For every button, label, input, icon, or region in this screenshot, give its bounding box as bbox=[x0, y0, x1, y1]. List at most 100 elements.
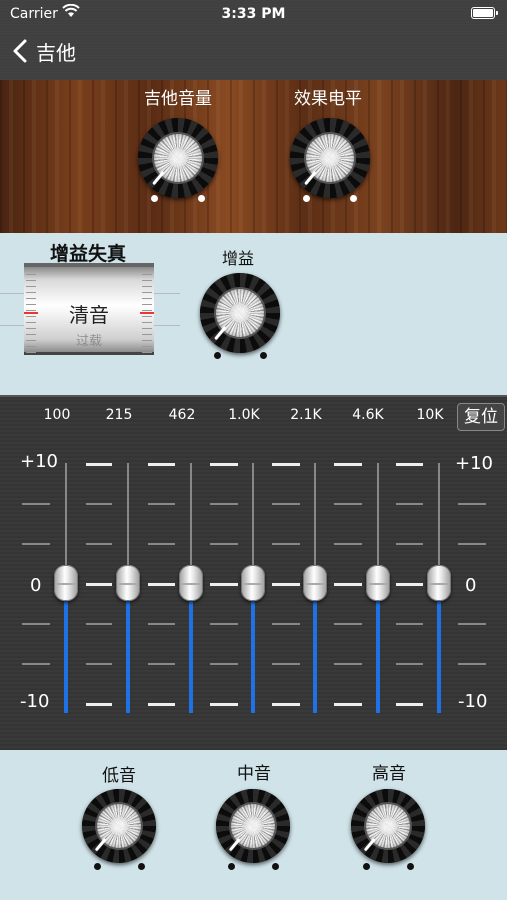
bass-label: 低音 bbox=[102, 766, 136, 786]
eq-slider-handle[interactable] bbox=[427, 565, 451, 601]
treble-knob[interactable] bbox=[351, 789, 425, 863]
eq-tick bbox=[22, 543, 50, 545]
treble-label: 高音 bbox=[372, 764, 406, 784]
picker-next-mode: 过载 bbox=[75, 334, 102, 349]
band-label: 462 bbox=[168, 407, 196, 423]
navigation-bar: Carrier 3:33 PM 吉他 bbox=[0, 0, 507, 80]
eq-tick bbox=[86, 703, 112, 706]
eq-track-level bbox=[251, 583, 255, 713]
mid-label: 中音 bbox=[237, 764, 271, 784]
treble-max-dot bbox=[407, 863, 414, 870]
equalizer-panel: 100 215 462 1.0K 2.1K 4.6K 10K 复位 +10 +1… bbox=[0, 395, 507, 750]
eq-slider-handle[interactable] bbox=[179, 565, 203, 601]
volume-max-dot bbox=[198, 195, 205, 202]
eq-tick bbox=[396, 623, 423, 625]
eq-tick bbox=[22, 663, 50, 665]
eq-tick bbox=[148, 623, 175, 625]
eq-tick bbox=[148, 543, 175, 545]
eq-tick bbox=[334, 623, 362, 625]
eq-tick bbox=[148, 663, 175, 665]
volume-min-dot bbox=[151, 195, 158, 202]
eq-tick bbox=[334, 703, 362, 706]
status-bar: Carrier 3:33 PM bbox=[0, 0, 507, 28]
distortion-title: 增益失真 bbox=[49, 243, 126, 265]
eq-slider-handle[interactable] bbox=[116, 565, 140, 601]
eq-tick bbox=[210, 663, 238, 665]
battery-icon bbox=[471, 7, 498, 19]
eq-tick bbox=[458, 663, 486, 665]
amp-panel: 吉他音量 效果电平 bbox=[0, 80, 507, 233]
eq-tick bbox=[334, 663, 362, 665]
eq-track-level bbox=[313, 583, 317, 713]
eq-slider-handle[interactable] bbox=[303, 565, 327, 601]
eq-tick bbox=[272, 623, 300, 625]
bass-knob[interactable] bbox=[82, 789, 156, 863]
scale-top-left: +10 bbox=[20, 451, 58, 472]
treble-min-dot bbox=[363, 863, 370, 870]
volume-knob[interactable] bbox=[138, 118, 218, 198]
distortion-panel: 增益失真 清音 过载 增益 bbox=[0, 237, 507, 390]
chevron-left-icon bbox=[13, 39, 27, 63]
picker-selected-mode: 清音 bbox=[69, 303, 109, 327]
eq-tick bbox=[272, 503, 300, 505]
eq-tick bbox=[86, 463, 112, 466]
effect-min-dot bbox=[303, 195, 310, 202]
eq-tick bbox=[272, 703, 300, 706]
eq-tick bbox=[458, 543, 486, 545]
eq-slider-handle[interactable] bbox=[366, 565, 390, 601]
scale-bottom-right: -10 bbox=[458, 691, 488, 712]
eq-tick bbox=[334, 543, 362, 545]
eq-track-level bbox=[64, 583, 68, 713]
eq-tick bbox=[210, 463, 238, 466]
scale-zero-left: 0 bbox=[30, 575, 42, 596]
gain-min-dot bbox=[214, 352, 221, 359]
band-label: 2.1K bbox=[290, 407, 322, 423]
eq-tick bbox=[396, 703, 423, 706]
volume-label: 吉他音量 bbox=[144, 89, 212, 109]
eq-track-level bbox=[437, 583, 441, 713]
distortion-mode-picker[interactable]: 清音 过载 bbox=[24, 263, 154, 355]
mid-knob[interactable] bbox=[216, 789, 290, 863]
eq-tick bbox=[458, 503, 486, 505]
clock: 3:33 PM bbox=[221, 6, 286, 22]
eq-tick bbox=[396, 583, 423, 586]
eq-tick bbox=[334, 503, 362, 505]
bass-max-dot bbox=[138, 863, 145, 870]
eq-tick bbox=[148, 583, 175, 586]
eq-tick bbox=[458, 623, 486, 625]
band-label: 1.0K bbox=[228, 407, 260, 423]
eq-tick bbox=[272, 663, 300, 665]
eq-tick bbox=[334, 463, 362, 466]
eq-tick bbox=[396, 463, 423, 466]
bass-min-dot bbox=[94, 863, 101, 870]
eq-tick bbox=[210, 583, 238, 586]
eq-tick bbox=[22, 623, 50, 625]
eq-slider-handle[interactable] bbox=[54, 565, 78, 601]
band-label: 215 bbox=[105, 407, 133, 423]
gain-label: 增益 bbox=[222, 249, 255, 268]
band-label: 100 bbox=[43, 407, 71, 423]
eq-tick bbox=[396, 503, 423, 505]
back-button[interactable]: 吉他 bbox=[10, 36, 76, 66]
effect-level-label: 效果电平 bbox=[294, 89, 362, 109]
eq-tick bbox=[396, 543, 423, 545]
scale-top-right: +10 bbox=[455, 453, 493, 474]
mid-min-dot bbox=[228, 863, 235, 870]
eq-slider-handle[interactable] bbox=[241, 565, 265, 601]
eq-tick bbox=[272, 463, 300, 466]
gain-max-dot bbox=[260, 352, 267, 359]
reset-button[interactable]: 复位 bbox=[457, 403, 505, 431]
mid-max-dot bbox=[272, 863, 279, 870]
scale-bottom-left: -10 bbox=[20, 691, 50, 712]
eq-track-level bbox=[376, 583, 380, 713]
effect-level-knob[interactable] bbox=[290, 118, 370, 198]
band-label: 4.6K bbox=[352, 407, 384, 423]
eq-tick bbox=[210, 543, 238, 545]
gain-knob[interactable] bbox=[200, 273, 280, 353]
eq-track-level bbox=[126, 583, 130, 713]
eq-tick bbox=[210, 703, 238, 706]
eq-tick bbox=[22, 503, 50, 505]
eq-tick bbox=[86, 583, 112, 586]
eq-tick bbox=[148, 703, 175, 706]
eq-tick bbox=[210, 503, 238, 505]
